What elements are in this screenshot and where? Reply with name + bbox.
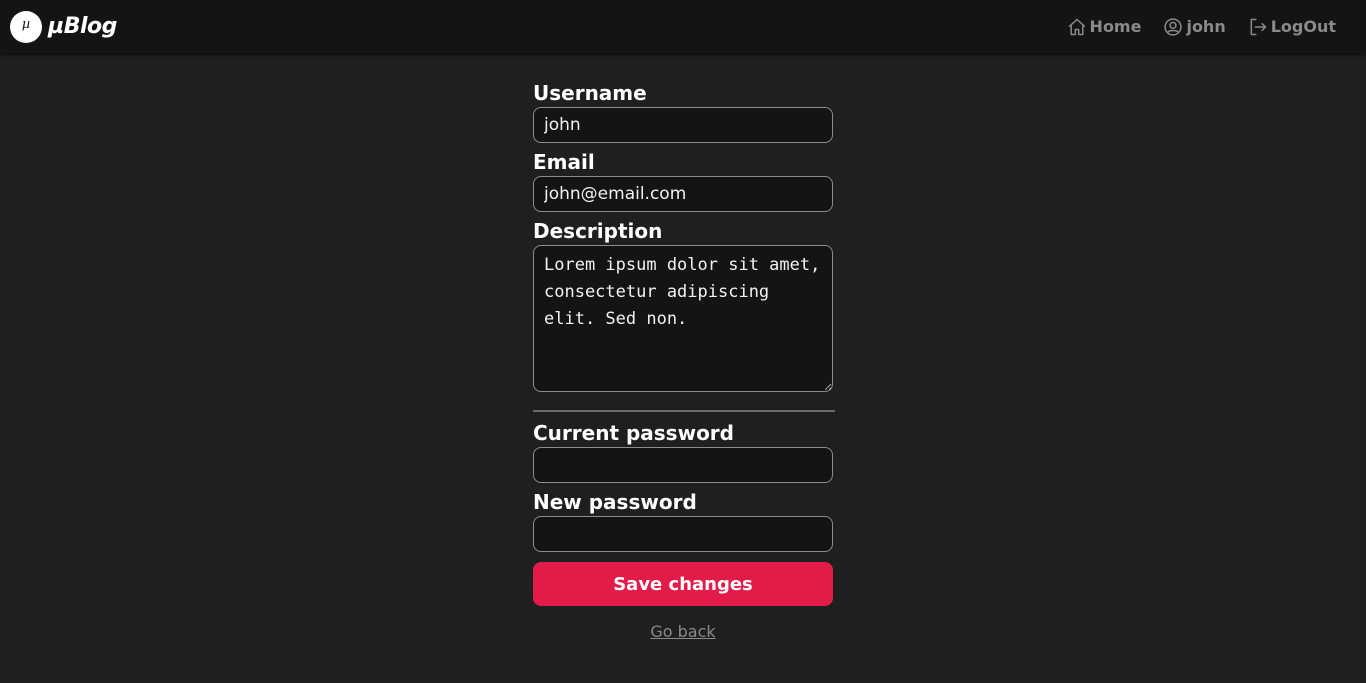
go-back-link[interactable]: Go back [533, 622, 833, 641]
nav-logout-link[interactable]: LogOut [1248, 17, 1336, 37]
description-textarea[interactable]: Lorem ipsum dolor sit amet, consectetur … [533, 245, 833, 392]
profile-form: Username Email Description Lorem ipsum d… [533, 80, 835, 641]
new-password-label: New password [533, 490, 697, 514]
description-field-group: Description Lorem ipsum dolor sit amet, … [533, 218, 835, 392]
logout-icon [1250, 18, 1266, 35]
current-password-field-group: Current password [533, 420, 835, 483]
new-password-input[interactable] [533, 516, 833, 552]
nav-profile-link[interactable]: john [1163, 17, 1226, 37]
new-password-field-group: New password [533, 489, 835, 552]
nav-links: Home john LogOut [1067, 17, 1336, 37]
current-password-input[interactable] [533, 447, 833, 483]
brand-link[interactable]: µ µBlog [10, 10, 117, 43]
user-circle-icon [1164, 17, 1183, 36]
email-field-group: Email [533, 149, 835, 212]
email-input[interactable] [533, 176, 833, 212]
brand-name: µBlog [48, 14, 117, 39]
nav-profile-label: john [1186, 17, 1226, 36]
nav-home-label: Home [1089, 17, 1142, 36]
username-label: Username [533, 81, 647, 105]
nav-logout-label: LogOut [1270, 17, 1336, 36]
description-label: Description [533, 219, 663, 243]
save-changes-button[interactable]: Save changes [533, 562, 833, 606]
form-divider [533, 410, 835, 412]
brand-logo-glyph: µ [21, 17, 31, 32]
username-field-group: Username [533, 80, 835, 143]
brand-logo: µ [10, 10, 42, 43]
username-input[interactable] [533, 107, 833, 143]
home-icon [1068, 18, 1085, 35]
current-password-label: Current password [533, 421, 734, 445]
navbar: µ µBlog Home john LogOut [0, 0, 1366, 53]
nav-home-link[interactable]: Home [1067, 17, 1142, 37]
email-label: Email [533, 150, 595, 174]
